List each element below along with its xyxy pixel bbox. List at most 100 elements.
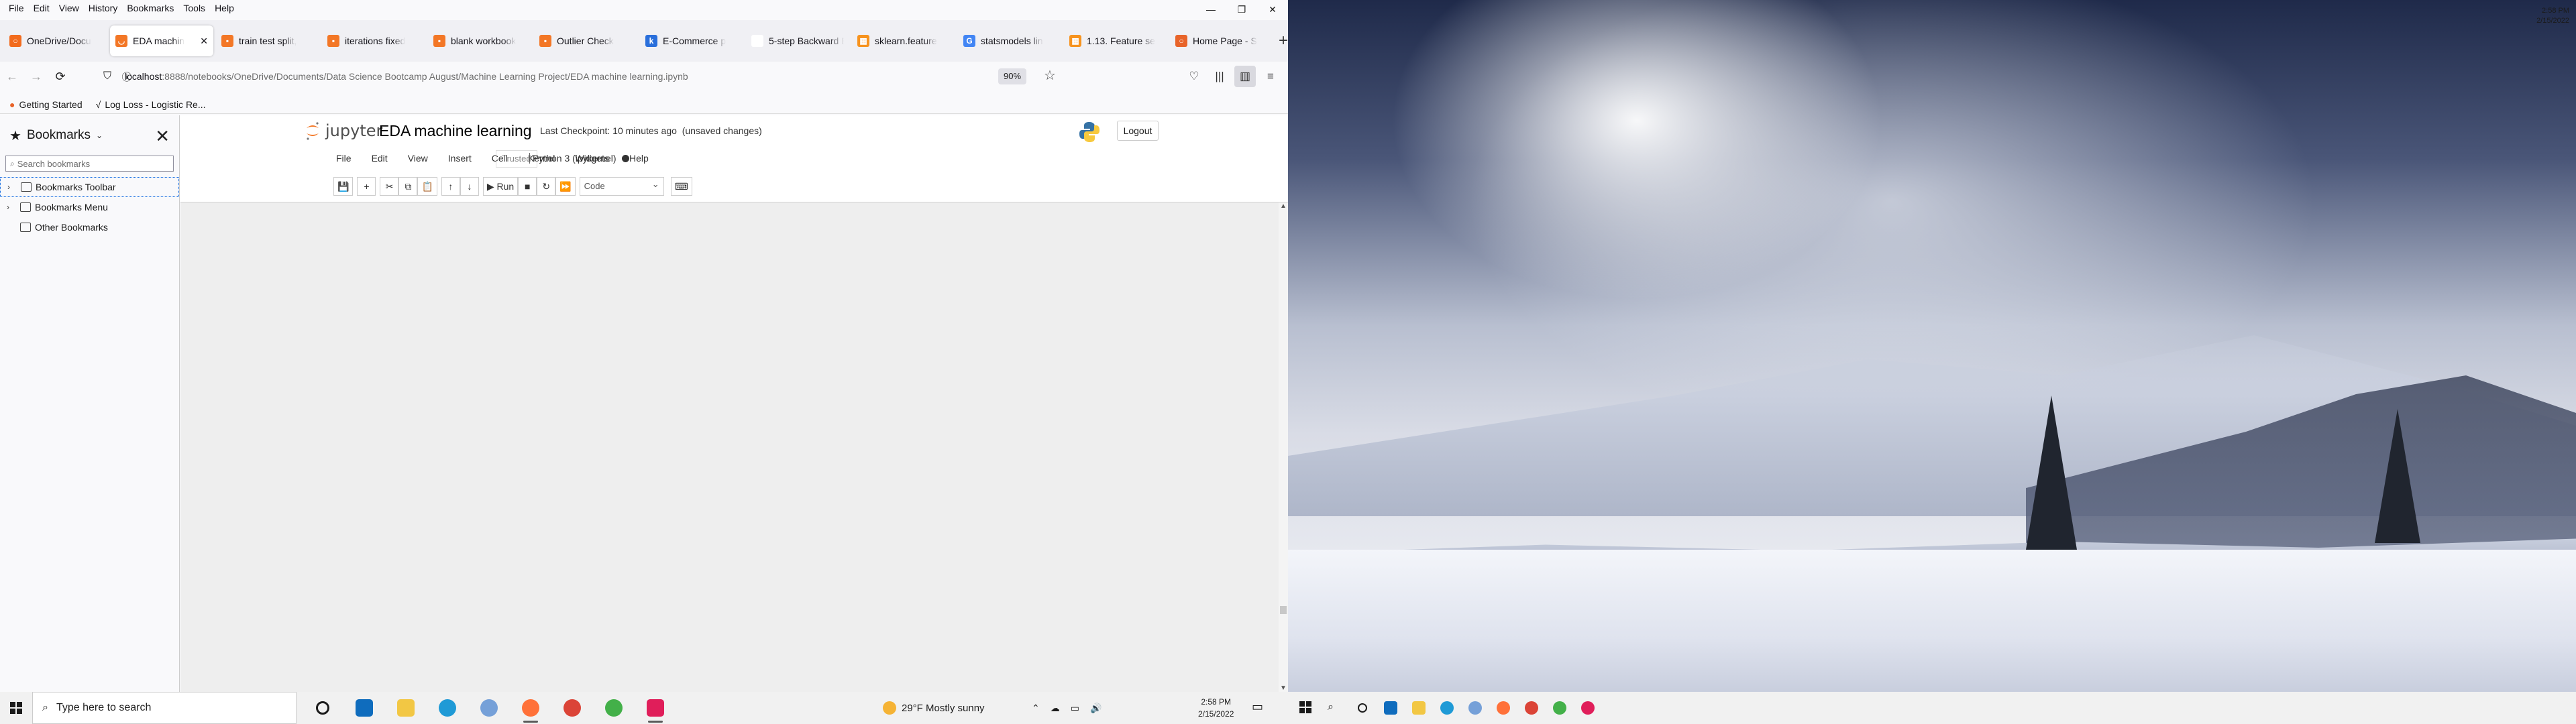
scroll-up-icon[interactable]: ▲	[1280, 202, 1287, 210]
taskbar-search-box[interactable]: ⌕ Type here to search	[32, 692, 297, 724]
secondary-taskbar-button[interactable]	[1461, 692, 1489, 724]
new-tab-button[interactable]: +	[1279, 32, 1288, 50]
expand-twisty-icon[interactable]: ›	[7, 202, 16, 212]
restart-run-all-button[interactable]: ⏩	[555, 177, 576, 196]
close-icon[interactable]: ✕	[155, 126, 170, 147]
scroll-down-icon[interactable]: ▼	[1280, 684, 1287, 692]
pocket-icon[interactable]: ♡	[1183, 66, 1205, 87]
menu-history[interactable]: History	[84, 3, 123, 13]
anaconda-taskbar-button[interactable]	[593, 692, 635, 724]
close-tab-icon[interactable]: ✕	[200, 36, 208, 47]
forward-button[interactable]: →	[24, 70, 48, 84]
insert-cell-button[interactable]: +	[357, 177, 376, 196]
volume-icon[interactable]: 🔊	[1090, 703, 1102, 714]
interrupt-button[interactable]: ■	[518, 177, 537, 196]
zoom-indicator[interactable]: 90%	[998, 68, 1027, 84]
close-window-button[interactable]: ✕	[1257, 0, 1288, 19]
secondary-clock[interactable]: 2:58 PM 2/15/2022	[2536, 6, 2569, 26]
bookmark-star-icon[interactable]: ☆	[1044, 67, 1056, 84]
taskbar-clock[interactable]: 2:58 PM 2/15/2022	[1198, 696, 1234, 720]
browser-tab[interactable]: k E-Commerce p	[640, 25, 743, 56]
secondary-taskbar-button[interactable]	[1292, 692, 1320, 724]
sidebar-header[interactable]: ★ Bookmarks ⌄	[0, 115, 179, 156]
secondary-taskbar-button[interactable]	[1377, 692, 1405, 724]
task-view-taskbar-button[interactable]	[302, 692, 343, 724]
show-hidden-icons[interactable]: ⌃	[1032, 703, 1040, 714]
browser-tab[interactable]: ○ OneDrive/Docu	[4, 25, 107, 56]
jmenu-view[interactable]: View	[408, 153, 428, 164]
restore-button[interactable]: ❐	[1226, 0, 1257, 19]
menu-edit[interactable]: Edit	[29, 3, 54, 13]
bookmark-getting-started[interactable]: ● Getting Started	[9, 99, 83, 110]
browser-tab[interactable]: ○ Home Page - S	[1170, 25, 1273, 56]
secondary-taskbar-button[interactable]	[1574, 692, 1602, 724]
kernel-indicator[interactable]: Python 3 (ipykernel)	[529, 153, 629, 164]
bookmark-log-loss[interactable]: √ Log Loss - Logistic Re...	[96, 99, 206, 110]
run-button[interactable]: ▶ Run	[482, 177, 519, 196]
tracking-shield-icon[interactable]: ⛉	[95, 70, 119, 82]
browser-tab[interactable]: ▪ train test split,	[216, 25, 319, 56]
browser-tab[interactable]: ▪ iterations fixed	[322, 25, 425, 56]
browser-tab[interactable]: ▦ 1.13. Feature se	[1064, 25, 1167, 56]
browser-tab[interactable]: 5-step Backward E	[746, 25, 849, 56]
menu-help[interactable]: Help	[210, 3, 239, 13]
reload-button[interactable]: ⟳	[48, 70, 72, 84]
secondary-taskbar-button[interactable]	[1489, 692, 1517, 724]
outlook-taskbar-button[interactable]	[343, 692, 385, 724]
logout-button[interactable]: Logout	[1117, 121, 1159, 141]
secondary-taskbar-button[interactable]	[1348, 692, 1377, 724]
cell-type-select[interactable]: Code	[579, 176, 664, 196]
browser-tab[interactable]: ▪ blank workbook	[428, 25, 531, 56]
jmenu-edit[interactable]: Edit	[372, 153, 388, 164]
copy-button[interactable]: ⧉	[398, 177, 418, 196]
notification-icon[interactable]: ▭	[1252, 700, 1263, 714]
browser-tab[interactable]: ▦ sklearn.feature	[852, 25, 955, 56]
browser-tab[interactable]: ▪ Outlier Check	[534, 25, 637, 56]
slack-taskbar-button[interactable]	[635, 692, 676, 724]
tree-item-bookmarks-toolbar[interactable]: › Bookmarks Toolbar	[0, 177, 179, 197]
onedrive-icon[interactable]: ☁	[1051, 703, 1060, 714]
move-up-button[interactable]: ↑	[441, 177, 460, 196]
move-down-button[interactable]: ↓	[460, 177, 479, 196]
jmenu-insert[interactable]: Insert	[448, 153, 472, 164]
keyboard-shortcuts-button[interactable]: ⌨	[670, 177, 692, 196]
file-explorer-taskbar-button[interactable]	[385, 692, 427, 724]
menu-bookmarks[interactable]: Bookmarks	[122, 3, 178, 13]
cut-button[interactable]: ✂	[380, 177, 399, 196]
notebook-title[interactable]: EDA machine learning	[379, 122, 532, 140]
search-bookmarks-input[interactable]: ⌕ Search bookmarks	[5, 156, 174, 172]
jupyter-logo[interactable]: jupyter	[305, 121, 382, 141]
jmenu-file[interactable]: File	[336, 153, 352, 164]
weather-widget[interactable]: 29°F Mostly sunny	[883, 692, 985, 724]
sidebar-toggle-icon[interactable]: ▥	[1234, 66, 1256, 87]
secondary-taskbar-button[interactable]: ⌕	[1320, 692, 1348, 724]
r-studio-taskbar-button[interactable]	[468, 692, 510, 724]
browser-tab[interactable]: ◡ EDA machin ✕	[110, 25, 213, 56]
expand-twisty-icon[interactable]: ›	[7, 182, 17, 192]
paste-button[interactable]: 📋	[417, 177, 437, 196]
tree-item-other-bookmarks[interactable]: Other Bookmarks	[0, 217, 179, 237]
chrome-taskbar-button[interactable]	[551, 692, 593, 724]
battery-icon[interactable]: ▭	[1071, 703, 1079, 714]
secondary-taskbar-button[interactable]	[1546, 692, 1574, 724]
firefox-taskbar-button[interactable]	[510, 692, 551, 724]
secondary-taskbar-button[interactable]	[1517, 692, 1546, 724]
app-menu-icon[interactable]: ≡	[1260, 66, 1281, 87]
notebook-scrollbar[interactable]: ▲ ▼	[1279, 202, 1288, 692]
secondary-taskbar-button[interactable]	[1405, 692, 1433, 724]
address-bar[interactable]: localhost:8888/notebooks/OneDrive/Docume…	[118, 66, 990, 87]
jmenu-help[interactable]: Help	[629, 153, 649, 164]
tree-item-bookmarks-menu[interactable]: › Bookmarks Menu	[0, 197, 179, 217]
back-button[interactable]: ←	[0, 70, 24, 84]
menu-file[interactable]: File	[4, 3, 29, 13]
edge-taskbar-button[interactable]	[427, 692, 468, 724]
menu-view[interactable]: View	[54, 3, 84, 13]
minimize-button[interactable]: —	[1195, 0, 1226, 19]
restart-button[interactable]: ↻	[537, 177, 556, 196]
scroll-thumb[interactable]	[1280, 606, 1287, 614]
menu-tools[interactable]: Tools	[178, 3, 210, 13]
start-button[interactable]	[0, 692, 32, 724]
library-icon[interactable]: |||	[1209, 66, 1230, 87]
secondary-taskbar-button[interactable]	[1433, 692, 1461, 724]
browser-tab[interactable]: Gstatsmodels lin	[958, 25, 1061, 56]
